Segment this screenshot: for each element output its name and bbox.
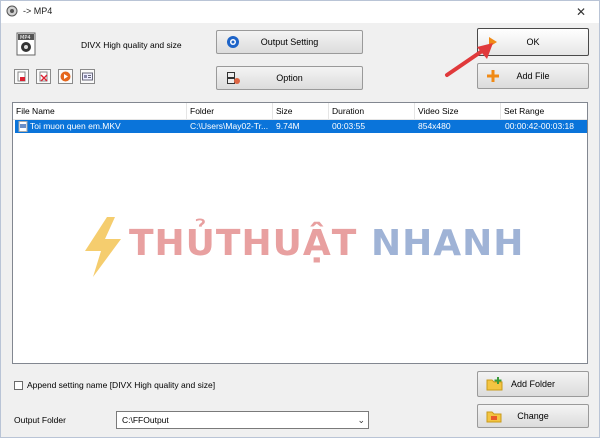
add-folder-label: Add Folder xyxy=(510,379,556,389)
svg-text:MP4: MP4 xyxy=(20,35,31,41)
clear-icon[interactable] xyxy=(36,69,51,84)
annotation-arrow-icon xyxy=(445,43,493,77)
list-header: File Name Folder Size Duration Video Siz… xyxy=(13,103,587,120)
set-range-cell: 00:00:42-00:03:18 xyxy=(505,121,575,131)
info-icon[interactable] xyxy=(80,69,95,84)
option-button[interactable]: Option xyxy=(216,66,363,90)
append-setting-checkbox[interactable] xyxy=(14,381,23,390)
folder-cell: C:\Users\May02-Tr... xyxy=(190,121,269,131)
output-setting-button[interactable]: Output Setting xyxy=(216,30,363,54)
close-button[interactable]: ✕ xyxy=(569,3,593,21)
column-header[interactable]: Size xyxy=(273,103,329,119)
change-label: Change xyxy=(517,411,549,421)
chevron-down-icon[interactable]: ⌄ xyxy=(357,415,365,426)
window-title: -> MP4 xyxy=(23,6,53,16)
table-row[interactable]: Toi muon quen em.MKV C:\Users\May02-Tr..… xyxy=(15,120,587,133)
watermark-text-red: THỦTHUẬT xyxy=(129,223,358,264)
append-setting-label: Append setting name [DIVX High quality a… xyxy=(27,380,216,390)
output-setting-label: Output Setting xyxy=(260,37,319,47)
change-button[interactable]: Change xyxy=(477,404,589,428)
output-folder-value: C:\FFOutput xyxy=(122,415,169,425)
main-window: -> MP4 ✕ MP4 DIVX High quality and size … xyxy=(0,0,600,438)
remove-icon[interactable] xyxy=(14,69,29,84)
output-folder-combo[interactable]: C:\FFOutput ⌄ xyxy=(116,411,369,429)
column-header[interactable]: Folder xyxy=(187,103,273,119)
ok-label: OK xyxy=(526,37,540,47)
output-folder-label: Output Folder xyxy=(14,415,66,425)
film-settings-icon xyxy=(227,72,240,84)
video-size-cell: 854x480 xyxy=(418,121,451,131)
play-icon[interactable] xyxy=(58,69,73,84)
column-header[interactable]: File Name xyxy=(13,103,187,119)
column-header[interactable]: Duration xyxy=(329,103,415,119)
column-header[interactable]: Set Range xyxy=(501,103,587,119)
lightning-logo-icon xyxy=(85,217,121,277)
file-name-cell: Toi muon quen em.MKV xyxy=(30,121,121,131)
column-header[interactable]: Video Size xyxy=(415,103,501,119)
size-cell: 9.74M xyxy=(276,121,300,131)
mp4-file-icon: MP4 xyxy=(16,32,36,56)
duration-cell: 00:03:55 xyxy=(332,121,366,131)
folder-icon xyxy=(486,411,502,423)
profile-label: DIVX High quality and size xyxy=(81,40,182,50)
add-file-label: Add File xyxy=(516,71,550,81)
watermark: THỦTHUẬT NHANH xyxy=(81,211,531,281)
option-label: Option xyxy=(276,73,303,83)
add-folder-button[interactable]: Add Folder xyxy=(477,371,589,397)
app-icon xyxy=(6,5,18,17)
settings-icon xyxy=(227,36,239,48)
watermark-text-blue: NHANH xyxy=(371,223,525,264)
title-bar: -> MP4 ✕ xyxy=(1,1,599,23)
video-file-icon xyxy=(18,121,28,132)
folder-add-icon xyxy=(486,377,503,391)
